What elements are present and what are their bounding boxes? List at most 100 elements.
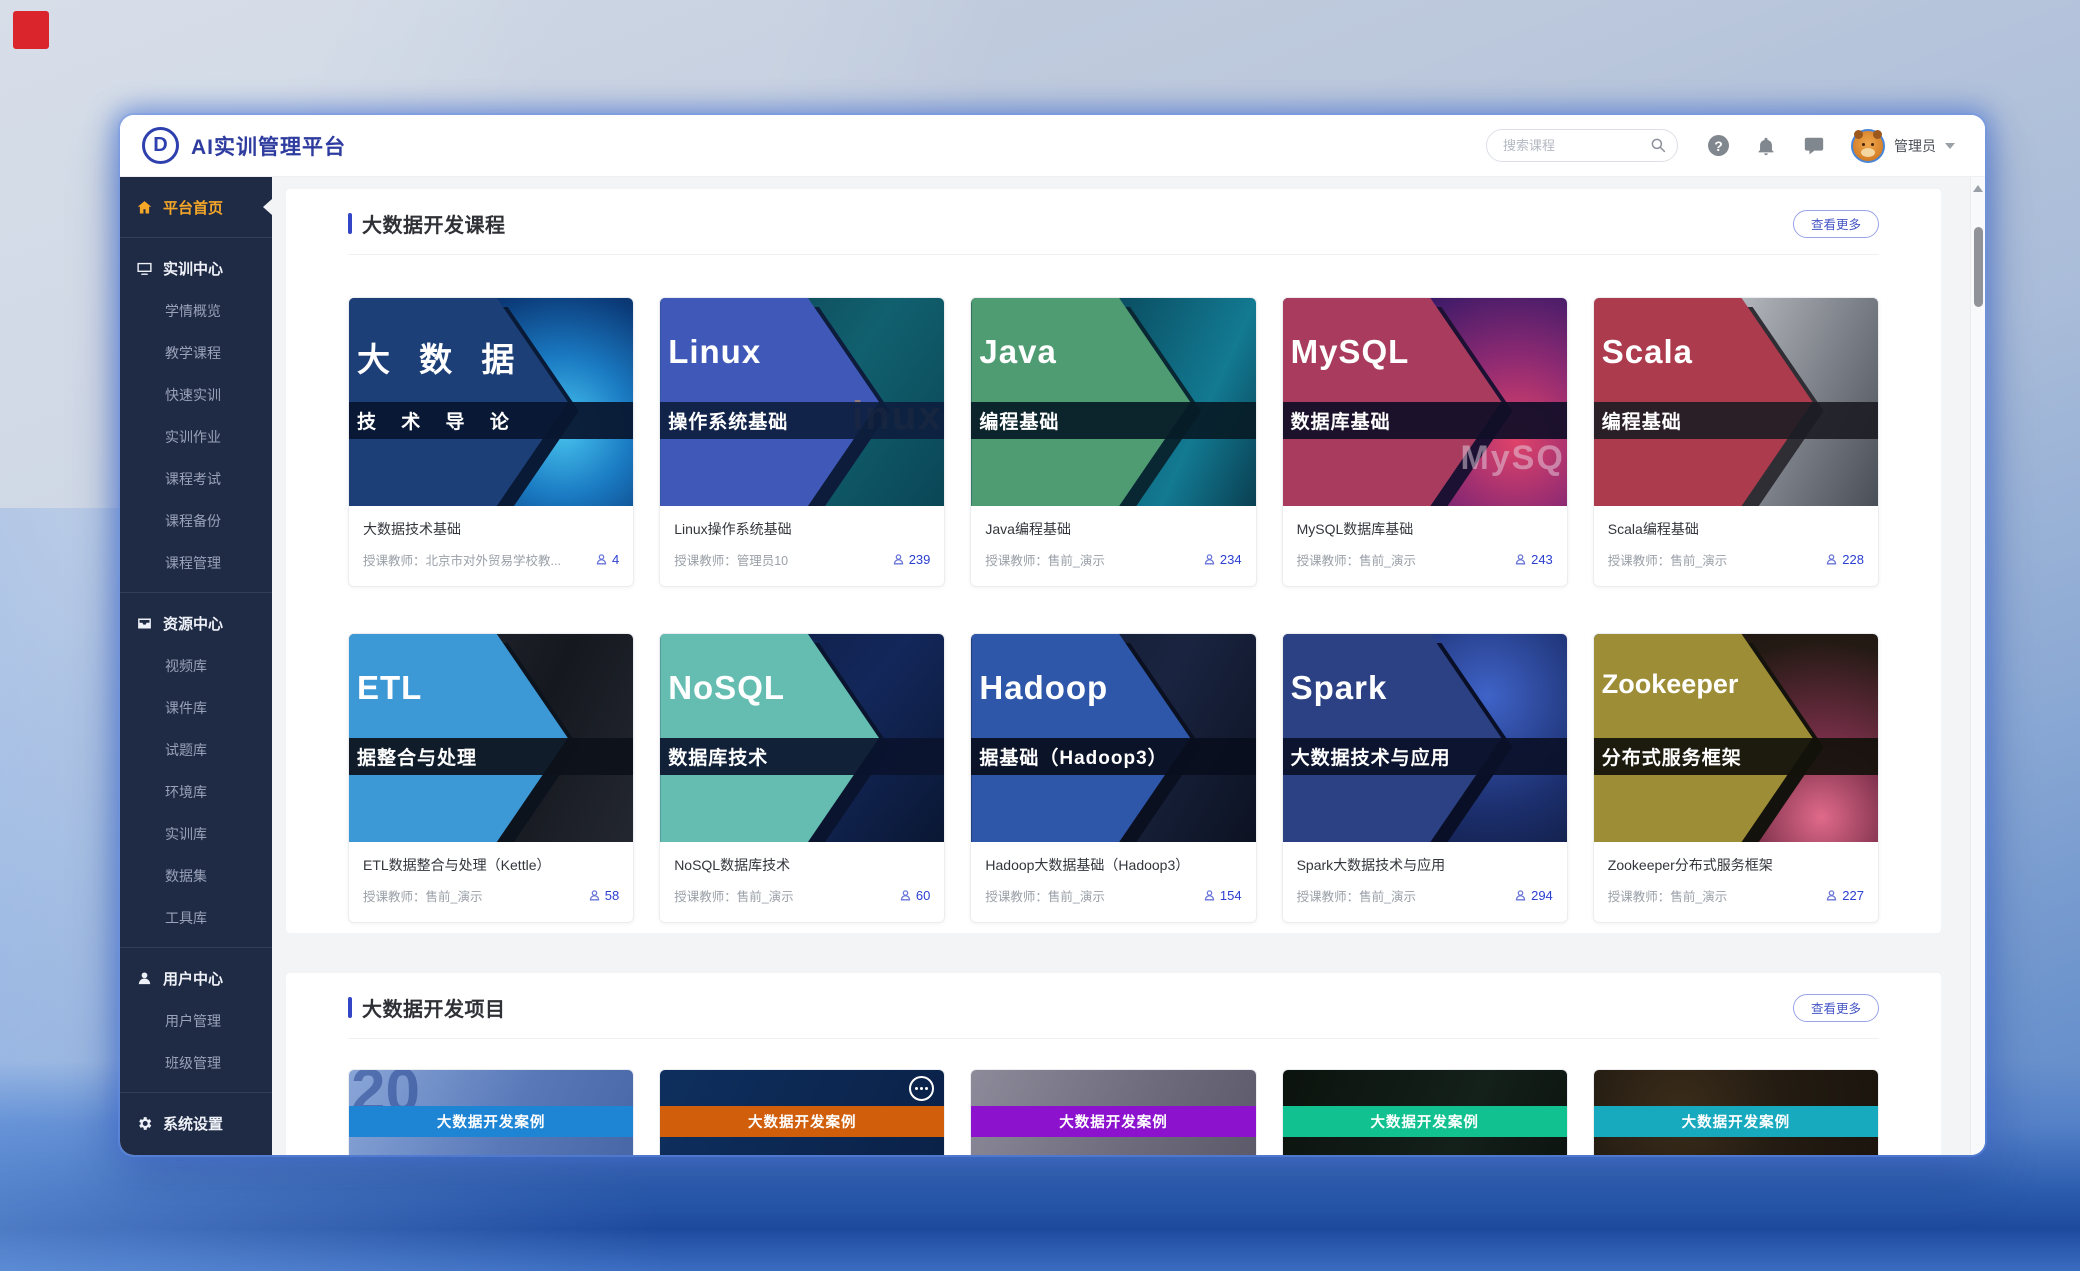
course-cover: Java 编程基础	[971, 298, 1255, 506]
course-teacher: 授课教师：售前_演示	[1297, 886, 1507, 905]
course-card[interactable]: Zookeeper 分布式服务框架 Zookeeper分布式服务框架 授课教师：…	[1593, 633, 1879, 923]
sidebar-item-learning-overview[interactable]: 学情概览	[120, 290, 272, 332]
app-title: AI实训管理平台	[191, 131, 346, 161]
view-more-button[interactable]: 查看更多	[1793, 994, 1879, 1022]
home-icon	[136, 199, 153, 216]
cover-subtitle: 编程基础	[971, 402, 1255, 439]
sidebar-item-user-center[interactable]: 用户中心	[120, 956, 272, 1000]
cover-subtitle: 分布式服务框架	[1594, 738, 1878, 775]
course-cover: Spark 大数据技术与应用	[1283, 634, 1567, 842]
course-card[interactable]: Scala 编程基础 Scala编程基础 授课教师：售前_演示 228	[1593, 297, 1879, 587]
sidebar-item-system-settings[interactable]: 系统设置	[120, 1101, 272, 1145]
scrollbar-thumb[interactable]	[1974, 227, 1983, 307]
avatar	[1851, 129, 1885, 163]
course-section: 大数据开发课程 查看更多 大 数 据 技 术 导 论 大数据技术基础	[286, 189, 1941, 933]
sidebar-item-quick-training[interactable]: 快速实训	[120, 374, 272, 416]
course-card[interactable]: Hadoop 据基础（Hadoop3） Hadoop大数据基础（Hadoop3）…	[970, 633, 1256, 923]
sidebar-divider	[120, 237, 272, 238]
course-name: Spark大数据技术与应用	[1297, 855, 1553, 875]
course-teacher: 授课教师：售前_演示	[1608, 550, 1818, 569]
content-scrollbar[interactable]	[1970, 177, 1985, 1155]
course-card[interactable]: Spark 大数据技术与应用 Spark大数据技术与应用 授课教师：售前_演示 …	[1282, 633, 1568, 923]
help-icon[interactable]: ?	[1708, 135, 1729, 156]
project-cover: 大数据开发案例	[660, 1070, 944, 1155]
sidebar-divider	[120, 1092, 272, 1093]
scroll-up-arrow[interactable]	[1973, 185, 1983, 192]
person-icon	[899, 889, 912, 902]
project-card[interactable]: 大数据开发案例	[659, 1069, 945, 1155]
gear-icon	[136, 1115, 153, 1132]
course-name: MySQL数据库基础	[1297, 519, 1553, 539]
person-icon	[588, 889, 601, 902]
archive-icon	[136, 615, 153, 632]
section-divider	[348, 254, 1879, 255]
course-teacher: 授课教师：售前_演示	[1608, 886, 1818, 905]
course-teacher: 授课教师：售前_演示	[985, 550, 1195, 569]
section-divider	[348, 1038, 1879, 1039]
project-card[interactable]: 20 大数据开发案例	[348, 1069, 634, 1155]
section-title: 大数据开发项目	[362, 993, 506, 1022]
sidebar-item-course-management[interactable]: 课程管理	[120, 542, 272, 584]
chat-icon[interactable]	[1803, 135, 1825, 157]
sidebar-item-training-homework[interactable]: 实训作业	[120, 416, 272, 458]
project-card[interactable]: 大数据开发案例	[1282, 1069, 1568, 1155]
course-teacher: 授课教师：北京市对外贸易学校教...	[363, 550, 587, 569]
project-card[interactable]: 大数据开发案例	[970, 1069, 1256, 1155]
course-teacher: 授课教师：管理员10	[674, 550, 884, 569]
view-more-button[interactable]: 查看更多	[1793, 210, 1879, 238]
sidebar-item-course-exam[interactable]: 课程考试	[120, 458, 272, 500]
sidebar-item-question-library[interactable]: 试题库	[120, 729, 272, 771]
active-notch	[263, 199, 272, 215]
sidebar-item-teaching-courses[interactable]: 教学课程	[120, 332, 272, 374]
sidebar-item-user-management[interactable]: 用户管理	[120, 1000, 272, 1042]
project-card[interactable]: 大数据开发案例	[1593, 1069, 1879, 1155]
course-teacher: 授课教师：售前_演示	[1297, 550, 1507, 569]
person-icon	[892, 553, 905, 566]
course-name: Linux操作系统基础	[674, 519, 930, 539]
app-logo-icon: D	[142, 127, 179, 164]
course-card[interactable]: NoSQL 数据库技术 NoSQL数据库技术 授课教师：售前_演示 60	[659, 633, 945, 923]
course-card[interactable]: MySQ MySQL 数据库基础 MySQL数据库基础 授课教师：售前_演示	[1282, 297, 1568, 587]
search-icon[interactable]	[1649, 136, 1667, 154]
course-card[interactable]: Java 编程基础 Java编程基础 授课教师：售前_演示 234	[970, 297, 1256, 587]
cover-subtitle: 大数据技术与应用	[1283, 738, 1567, 775]
section-title: 大数据开发课程	[362, 209, 506, 238]
cover-subtitle: 操作系统基础	[660, 402, 944, 439]
project-section: 大数据开发项目 查看更多 20 大数据开发案例 大数据开发案例	[286, 973, 1941, 1155]
person-icon	[1825, 553, 1838, 566]
project-cover: 大数据开发案例	[1594, 1070, 1878, 1155]
sidebar-item-tool-library[interactable]: 工具库	[120, 897, 272, 939]
course-card[interactable]: ETL 据整合与处理 ETL数据整合与处理（Kettle） 授课教师：售前_演示…	[348, 633, 634, 923]
sidebar-item-courseware-library[interactable]: 课件库	[120, 687, 272, 729]
sidebar-item-training-library[interactable]: 实训库	[120, 813, 272, 855]
sidebar-item-video-library[interactable]: 视频库	[120, 645, 272, 687]
sidebar-item-home[interactable]: 平台首页	[120, 185, 272, 229]
course-name: 大数据技术基础	[363, 519, 619, 539]
course-name: ETL数据整合与处理（Kettle）	[363, 855, 619, 875]
cover-title: Java	[979, 333, 1056, 371]
course-card[interactable]: inux Linux 操作系统基础 Linux操作系统基础 授课教师：管理员10	[659, 297, 945, 587]
student-count: 227	[1825, 888, 1864, 903]
student-count: 58	[588, 888, 619, 903]
sidebar-item-environment-library[interactable]: 环境库	[120, 771, 272, 813]
cover-title: NoSQL	[668, 669, 785, 707]
app-window: D AI实训管理平台 ? 管理员	[120, 115, 1985, 1155]
cover-subtitle: 据整合与处理	[349, 738, 633, 775]
sidebar-item-datasets[interactable]: 数据集	[120, 855, 272, 897]
sidebar-item-training-center[interactable]: 实训中心	[120, 246, 272, 290]
section-accent-bar	[348, 997, 352, 1018]
user-menu[interactable]: 管理员	[1851, 129, 1955, 163]
course-cover: ETL 据整合与处理	[349, 634, 633, 842]
student-count: 4	[595, 552, 619, 567]
sidebar-item-label: 资源中心	[163, 613, 223, 634]
sidebar-item-class-management[interactable]: 班级管理	[120, 1042, 272, 1084]
course-cover: Hadoop 据基础（Hadoop3）	[971, 634, 1255, 842]
chevron-down-icon	[1945, 143, 1955, 149]
course-grid: 大 数 据 技 术 导 论 大数据技术基础 授课教师：北京市对外贸易学校教...…	[348, 297, 1879, 923]
person-icon	[1825, 889, 1838, 902]
bell-icon[interactable]	[1755, 135, 1777, 157]
course-teacher: 授课教师：售前_演示	[985, 886, 1195, 905]
course-card[interactable]: 大 数 据 技 术 导 论 大数据技术基础 授课教师：北京市对外贸易学校教...…	[348, 297, 634, 587]
sidebar-item-course-backup[interactable]: 课程备份	[120, 500, 272, 542]
sidebar-item-resource-center[interactable]: 资源中心	[120, 601, 272, 645]
